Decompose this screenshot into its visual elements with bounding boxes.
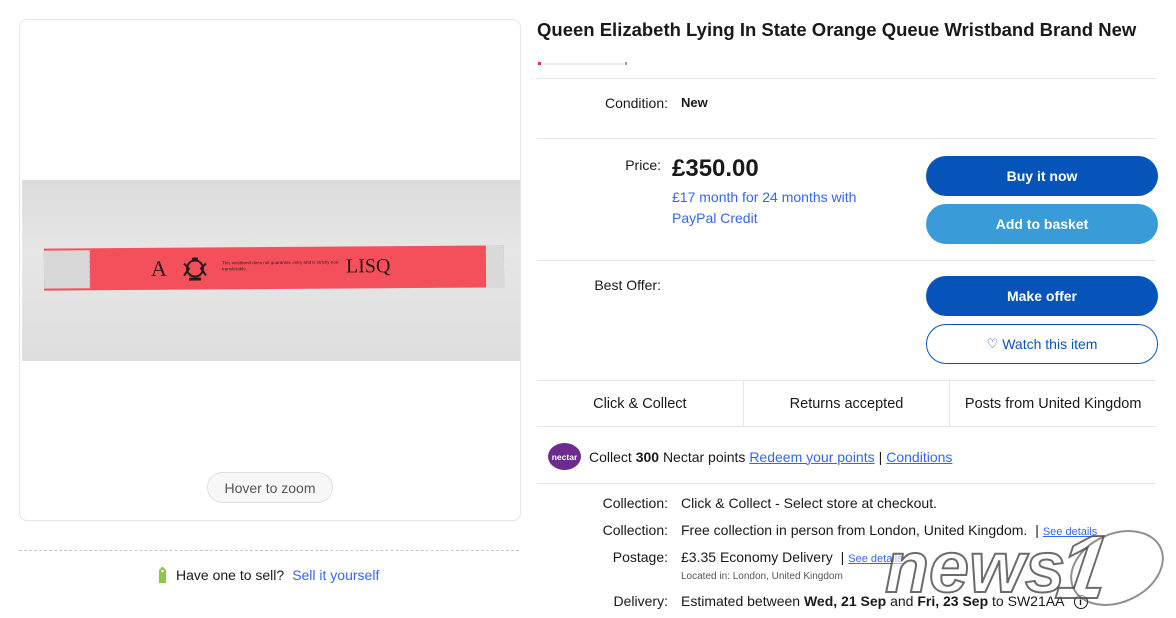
- delivery-label: Delivery:: [613, 593, 668, 609]
- wristband-stub-left: [43, 250, 91, 289]
- divider: [537, 138, 1156, 139]
- feature-strip: Click & Collect Returns accepted Posts f…: [537, 380, 1156, 427]
- product-photo[interactable]: A This wristband does not guarantee entr…: [22, 180, 520, 361]
- condition-value: New: [681, 95, 708, 110]
- buy-it-now-button[interactable]: Buy it now: [926, 156, 1158, 196]
- feature-returns: Returns accepted: [742, 381, 950, 426]
- heart-icon: ♡: [986, 336, 999, 351]
- price-tag-icon: [159, 566, 166, 583]
- collection-label: Collection:: [602, 495, 668, 511]
- postage-label: Postage:: [612, 549, 668, 565]
- hover-to-zoom-hint: Hover to zoom: [207, 472, 333, 503]
- nectar-points: 300: [635, 448, 660, 465]
- wristband-small-text: This wristband does not guarantee entry …: [221, 259, 340, 272]
- price-amount: £350.00: [672, 155, 759, 182]
- postage-value: £3.35 Economy Delivery | See details: [681, 549, 903, 565]
- sell-one-row: Have one to sell? Sell it yourself: [157, 566, 379, 584]
- wristband-code: LISQ: [345, 255, 391, 278]
- wristband-stub-right: [485, 245, 505, 288]
- make-offer-button[interactable]: Make offer: [926, 276, 1158, 316]
- divider: [537, 78, 1156, 79]
- royal-crest-icon: [183, 257, 207, 281]
- separator: |: [878, 448, 883, 465]
- postage-price: £3.35: [681, 549, 717, 565]
- item-location: Located in: London, United Kingdom: [681, 571, 843, 582]
- divider: [19, 550, 519, 551]
- watch-item-button[interactable]: ♡ Watch this item: [926, 324, 1158, 364]
- feature-click-collect: Click & Collect: [593, 395, 687, 412]
- nectar-conditions-link[interactable]: Conditions: [886, 449, 952, 465]
- add-to-basket-button[interactable]: Add to basket: [926, 204, 1158, 244]
- separator: |: [840, 549, 845, 565]
- cut-off-rating-row: [538, 62, 627, 65]
- wristband-image: A This wristband does not guarantee entr…: [43, 245, 505, 291]
- delivery-prefix: Estimated between: [681, 593, 801, 609]
- image-gallery[interactable]: A This wristband does not guarantee entr…: [19, 19, 521, 521]
- nectar-points-row: nectar Collect 300 Nectar points Redeem …: [548, 443, 952, 470]
- feature-posts-from: Posts from United Kingdom: [949, 381, 1156, 426]
- news1-watermark-logo: news 1: [885, 520, 1164, 610]
- condition-label: Condition:: [604, 95, 668, 111]
- delivery-date-start: Wed, 21 Sep: [803, 593, 887, 609]
- collection-value: Click & Collect - Select store at checko…: [681, 495, 937, 511]
- paypal-credit-link[interactable]: £17 month for 24 months with PayPal Cred…: [672, 187, 892, 229]
- postage-method: Economy Delivery: [719, 549, 833, 565]
- nectar-suffix: Nectar points: [662, 448, 746, 465]
- sell-it-yourself-link[interactable]: Sell it yourself: [292, 567, 379, 583]
- best-offer-label: Best Offer:: [594, 277, 661, 293]
- svg-text:news: news: [885, 528, 1065, 608]
- nectar-logo-icon: nectar: [548, 443, 581, 470]
- redeem-points-link[interactable]: Redeem your points: [749, 449, 874, 465]
- watch-item-label: Watch this item: [1002, 336, 1098, 352]
- divider: [537, 260, 1156, 261]
- nectar-prefix: Collect: [589, 448, 632, 465]
- price-label: Price:: [625, 157, 661, 173]
- wristband-letter: A: [150, 255, 167, 281]
- divider: [537, 483, 1156, 484]
- sell-question: Have one to sell?: [176, 567, 285, 583]
- listing-title: Queen Elizabeth Lying In State Orange Qu…: [537, 19, 1137, 40]
- collection-label: Collection:: [602, 522, 668, 538]
